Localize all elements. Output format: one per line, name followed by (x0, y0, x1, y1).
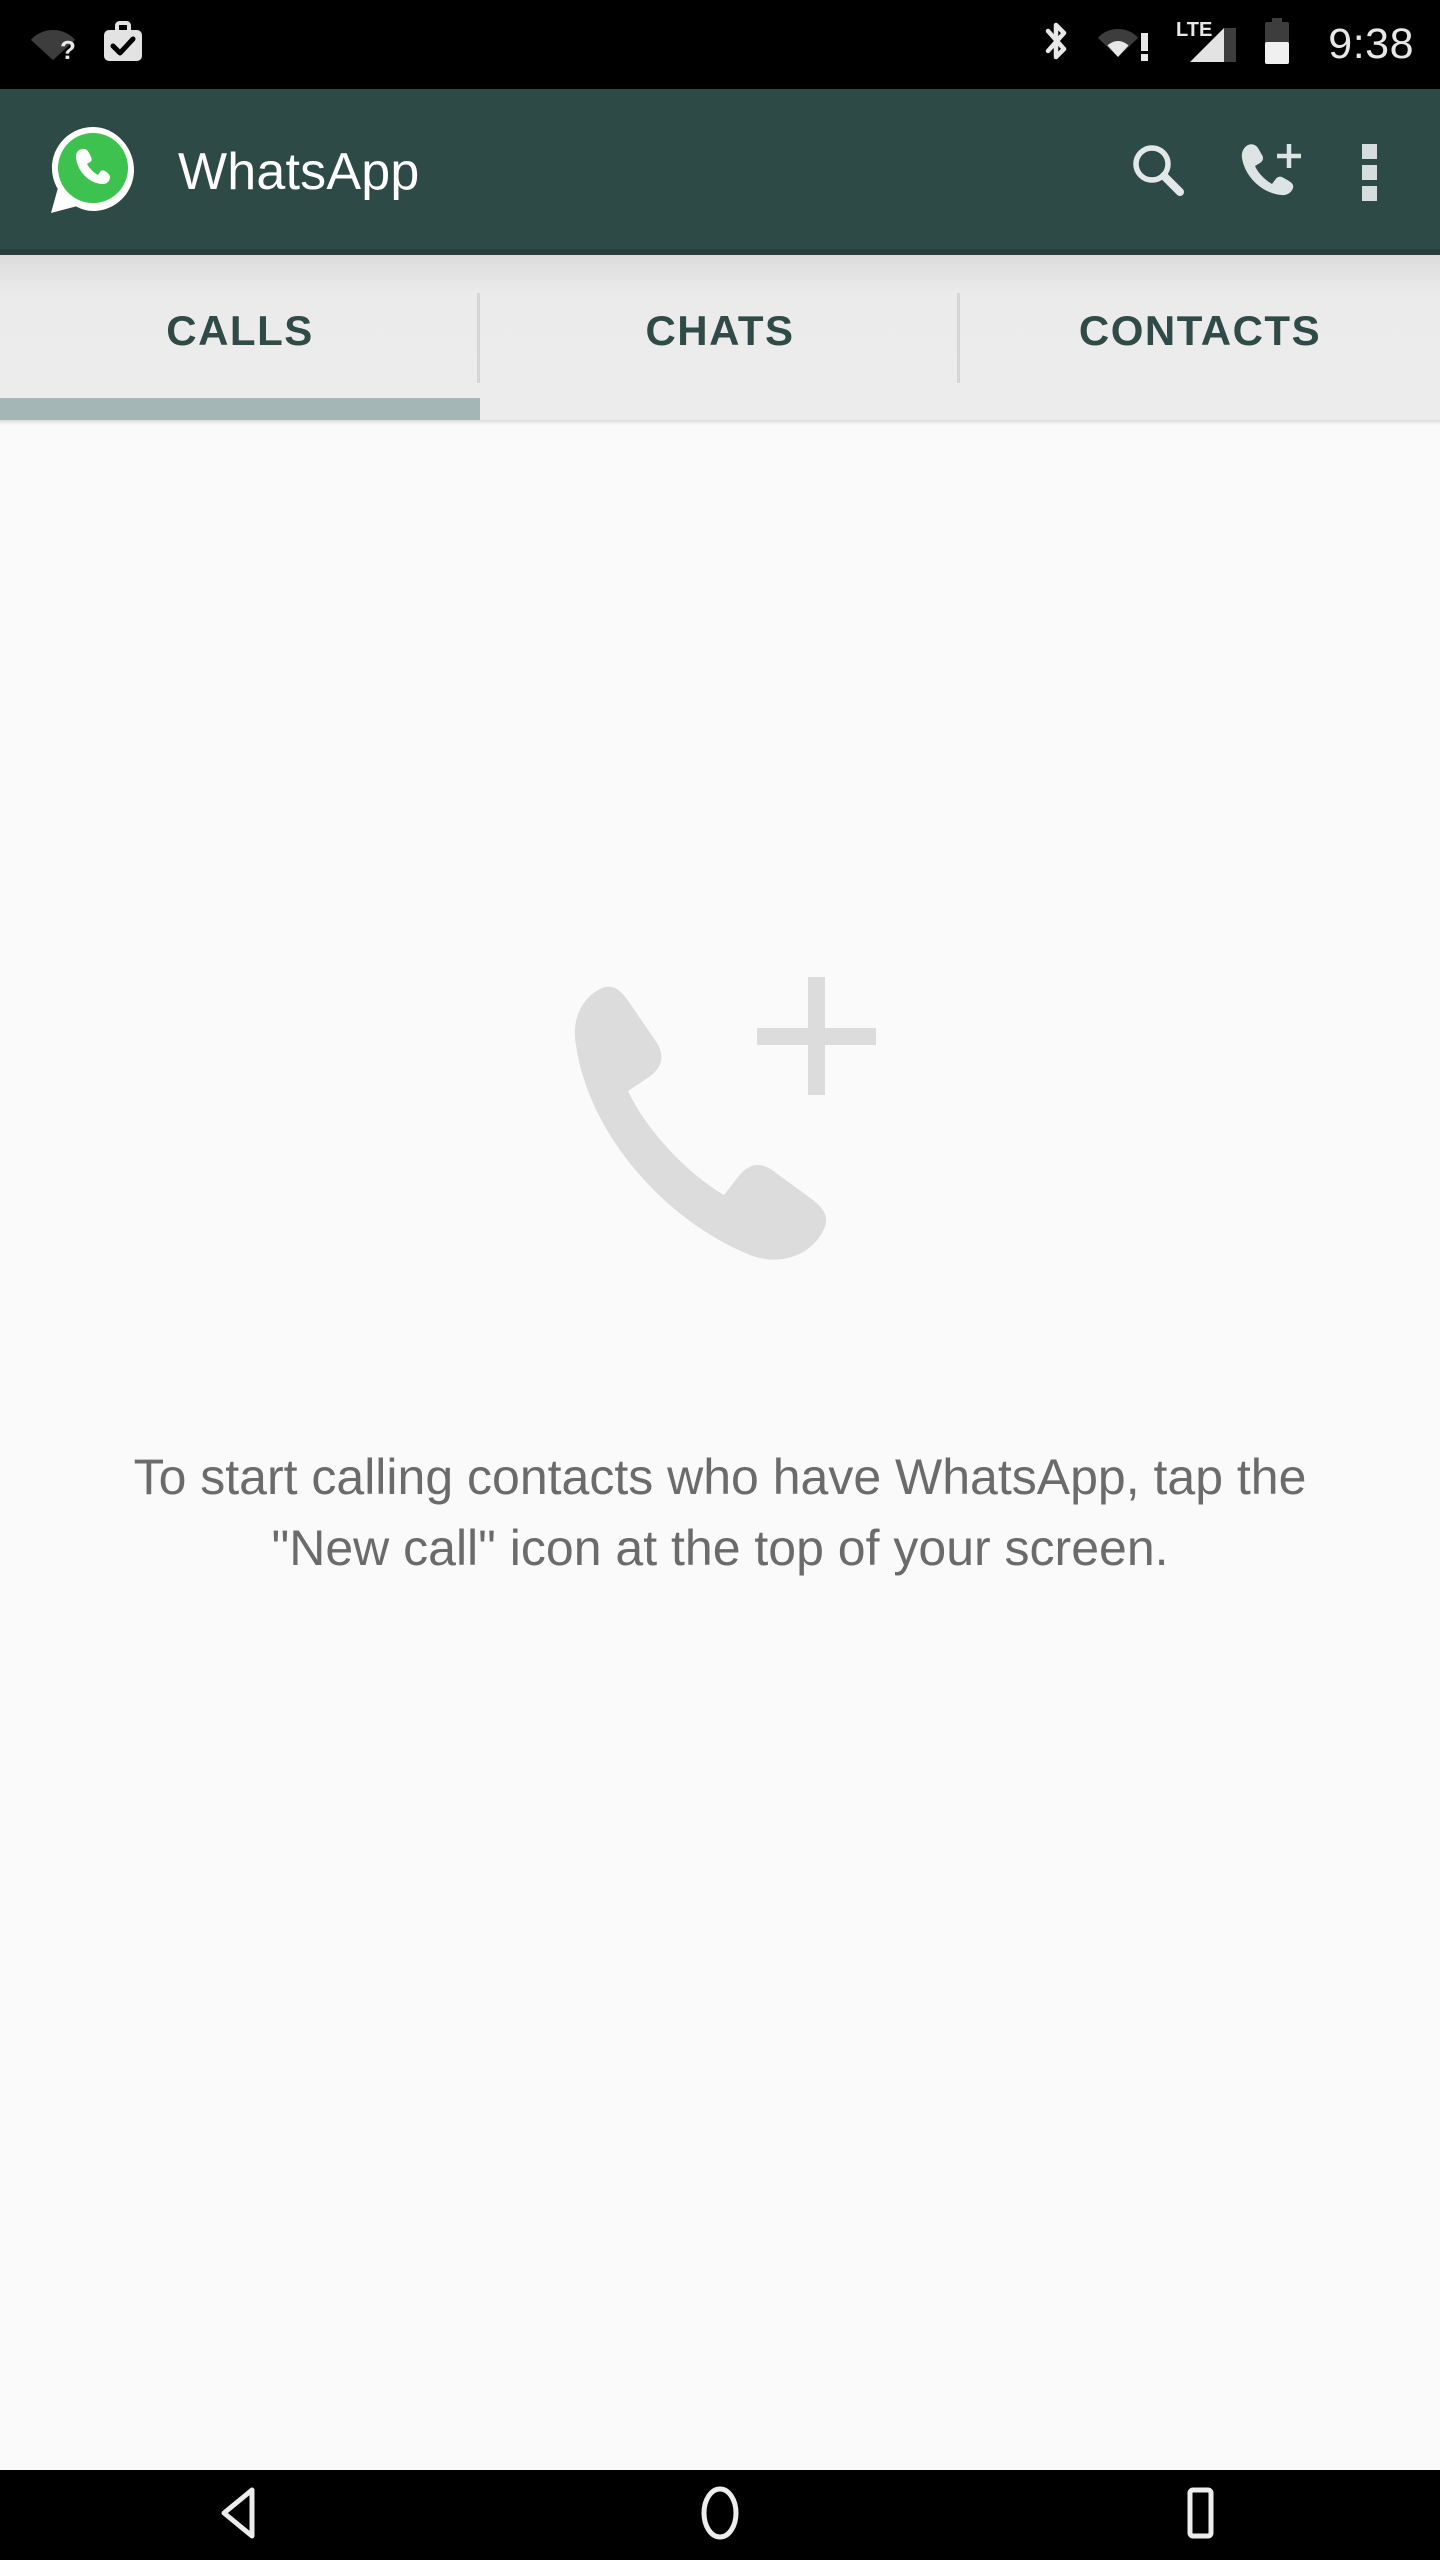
new-call-button[interactable] (1214, 116, 1326, 228)
recents-button[interactable] (960, 2470, 1440, 2560)
tab-bar: CALLS CHATS CONTACTS (0, 255, 1440, 420)
phone-screen: ? LTE 9:38 WhatsApp CALLS CHATS CONTACTS… (0, 0, 1440, 2560)
tab-contacts[interactable]: CONTACTS (960, 255, 1440, 420)
battery-icon (1262, 18, 1292, 71)
status-bar: ? LTE 9:38 (0, 0, 1440, 89)
active-tab-indicator (0, 398, 480, 420)
search-button[interactable] (1102, 116, 1214, 228)
phone-plus-illustration-icon (550, 965, 890, 1300)
status-bar-left-icons: ? (30, 21, 144, 68)
calls-empty-state: To start calling contacts who have Whats… (0, 425, 1440, 2470)
search-icon (1128, 140, 1188, 205)
wifi-warning-icon (1096, 19, 1152, 70)
status-bar-right-icons: LTE 9:38 (1040, 18, 1414, 71)
svg-text:LTE: LTE (1176, 19, 1212, 41)
tab-calls-label: CALLS (166, 306, 314, 354)
work-profile-icon (102, 21, 144, 68)
bluetooth-icon (1040, 19, 1072, 70)
tab-chats[interactable]: CHATS (480, 255, 960, 420)
home-button[interactable] (480, 2470, 960, 2560)
app-title: WhatsApp (178, 143, 420, 201)
overflow-menu-icon (1361, 138, 1377, 207)
home-circle-icon (694, 2484, 746, 2547)
back-button[interactable] (0, 2470, 480, 2560)
whatsapp-logo-icon (46, 123, 140, 222)
status-bar-clock: 9:38 (1328, 20, 1414, 68)
back-triangle-icon (214, 2485, 266, 2546)
app-bar-actions (1102, 116, 1412, 228)
android-navigation-bar (0, 2470, 1440, 2560)
new-call-icon (1237, 139, 1303, 206)
tab-calls[interactable]: CALLS (0, 255, 480, 420)
tab-chats-label: CHATS (645, 306, 795, 354)
svg-text:?: ? (60, 35, 76, 62)
wifi-no-internet-icon: ? (30, 22, 76, 67)
lte-signal-icon: LTE (1176, 18, 1238, 71)
empty-state-message: To start calling contacts who have Whats… (133, 1449, 1307, 1576)
recents-square-icon (1174, 2485, 1226, 2546)
overflow-menu-button[interactable] (1326, 116, 1412, 228)
app-bar: WhatsApp (0, 89, 1440, 255)
tab-contacts-label: CONTACTS (1078, 306, 1322, 354)
